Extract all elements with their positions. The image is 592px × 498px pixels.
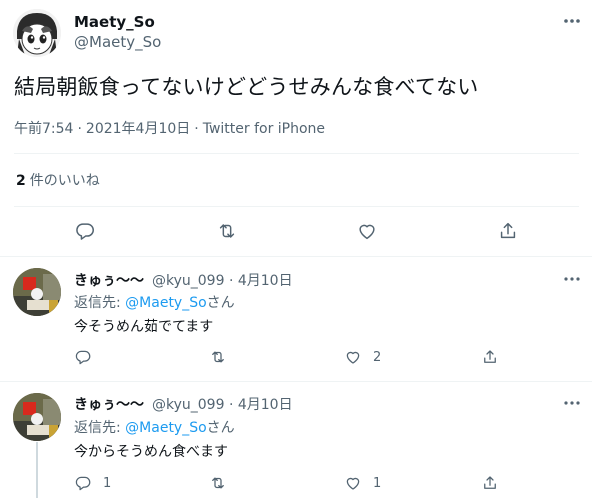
divider [14,206,579,207]
like-count: 2 [373,349,382,365]
thread-line [36,442,38,498]
tweet-text: 結局朝飯食ってないけどどうせみんな食べてない [14,75,479,99]
likes-count: 2 [16,173,26,189]
divider [0,256,592,257]
avatar[interactable] [13,9,61,57]
reply-author-handle: @kyu_099 · 4月10日 [152,396,293,414]
tweet-source[interactable]: Twitter for iPhone [203,121,325,137]
reply-to-label: 返信先: [74,420,126,436]
more-dots-icon[interactable] [561,270,583,288]
tweet-time[interactable]: 午前7:54 [14,121,73,137]
reply-author-name[interactable]: きゅぅ〜〜 [74,272,144,290]
share-icon[interactable] [481,348,499,366]
reply-count: 1 [103,475,112,491]
reply-icon[interactable] [74,474,92,492]
share-icon[interactable] [481,474,499,492]
reply-icon[interactable] [74,220,96,242]
heart-icon[interactable] [344,474,362,492]
more-dots-icon[interactable] [561,394,583,412]
divider [14,153,579,154]
avatar-illustration [13,9,61,57]
avatar[interactable] [13,393,61,441]
share-action[interactable] [481,474,499,492]
retweet-action[interactable] [209,348,238,366]
reply-handle-text[interactable]: @kyu_099 [152,273,225,289]
reply-to-mention[interactable]: @Maety_So [125,295,207,311]
reply-icon[interactable] [74,348,92,366]
reply-action[interactable]: 1 [74,474,111,492]
reply-to-label: 返信先: [74,295,126,311]
divider [0,381,592,382]
avatar[interactable] [13,268,61,316]
author-handle[interactable]: @Maety_So [74,33,161,51]
meta-separator: · [194,121,199,137]
meta-separator: · [228,273,234,289]
more-dots-icon[interactable] [561,12,583,30]
reply-text: 今そうめん茹でてます [74,319,214,335]
reply-date[interactable]: 4月10日 [238,397,293,413]
like-action[interactable]: 1 [344,474,381,492]
likes-summary[interactable]: 2 件のいいね [16,172,100,190]
retweet-icon[interactable] [209,474,227,492]
meta-separator: · [77,121,82,137]
reply-author-name[interactable]: きゅぅ〜〜 [74,396,144,414]
avatar-photo [13,268,61,316]
reply-to-mention[interactable]: @Maety_So [125,420,207,436]
share-icon[interactable] [497,220,519,242]
retweet-icon[interactable] [216,220,238,242]
retweet-icon[interactable] [209,348,227,366]
like-action[interactable]: 2 [344,348,381,366]
reply-to-line: 返信先: @Maety_Soさん [74,419,235,437]
reply-text: 今からそうめん食べます [74,444,228,460]
like-count: 1 [373,475,382,491]
author-name[interactable]: Maety_So [74,13,155,31]
reply-action[interactable] [74,348,103,366]
reply-author-handle: @kyu_099 · 4月10日 [152,272,293,290]
reply-handle-text[interactable]: @kyu_099 [152,397,225,413]
main-tweet: Maety_So @Maety_So 結局朝飯食ってないけどどうせみんな食べてな… [0,0,592,260]
tweet-meta: 午前7:54 · 2021年4月10日 · Twitter for iPhone [14,120,325,138]
reply-date[interactable]: 4月10日 [238,273,293,289]
reply-to-suffix: さん [206,420,235,436]
tweet-date[interactable]: 2021年4月10日 [86,121,190,137]
meta-separator: · [228,397,234,413]
likes-label: 件のいいね [29,173,100,189]
heart-icon[interactable] [344,348,362,366]
reply-to-line: 返信先: @Maety_Soさん [74,294,235,312]
heart-icon[interactable] [356,220,378,242]
share-action[interactable] [481,348,499,366]
retweet-action[interactable] [209,474,238,492]
reply-to-suffix: さん [206,295,235,311]
avatar-photo [13,393,61,441]
